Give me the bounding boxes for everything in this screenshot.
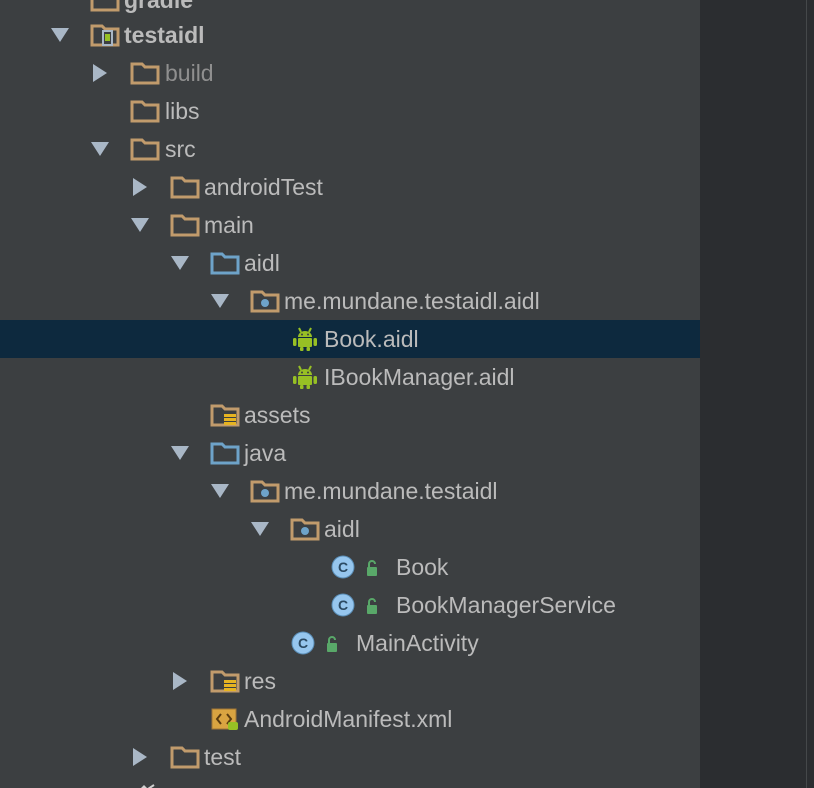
tree-row-aidl-source[interactable]: aidl xyxy=(0,244,700,282)
tree-row-testaidl[interactable]: testaidl xyxy=(0,16,700,54)
tree-row-main[interactable]: main xyxy=(0,206,700,244)
resource-folder-icon xyxy=(210,669,240,693)
package-icon xyxy=(250,289,280,313)
project-tree-panel: gradle testaidl build libs src androidTe… xyxy=(0,0,700,788)
folder-icon xyxy=(130,137,160,161)
svg-text:C: C xyxy=(338,597,348,613)
script-icon xyxy=(130,783,160,788)
tree-row-ibookmanager-aidl[interactable]: IBookManager.aidl xyxy=(0,358,700,396)
tree-item-label: test xyxy=(204,744,242,770)
class-icon: C xyxy=(328,555,388,579)
tree-row-assets[interactable]: assets xyxy=(0,396,700,434)
tree-item-label: assets xyxy=(244,402,311,428)
svg-text:C: C xyxy=(338,559,348,575)
manifest-icon xyxy=(210,707,240,731)
tree-row-class-book[interactable]: C Book xyxy=(0,548,700,586)
package-icon xyxy=(250,479,280,503)
tree-row-build[interactable]: build xyxy=(0,54,700,92)
tree-item-label: androidTest xyxy=(204,174,323,200)
chevron-right-icon[interactable] xyxy=(90,54,110,92)
tree-item-label: aidl xyxy=(244,250,280,276)
folder-icon xyxy=(170,175,200,199)
tree-row-test[interactable]: test xyxy=(0,738,700,776)
chevron-down-icon[interactable] xyxy=(50,16,70,54)
tree-row-src[interactable]: src xyxy=(0,130,700,168)
folder-icon xyxy=(130,61,160,85)
tree-item-label: main xyxy=(204,212,254,238)
tree-item-label: build xyxy=(165,60,214,86)
chevron-down-icon[interactable] xyxy=(210,282,230,320)
chevron-right-icon[interactable] xyxy=(170,662,190,700)
chevron-down-icon[interactable] xyxy=(170,244,190,282)
resource-folder-icon xyxy=(210,403,240,427)
tree-item-label: me.mundane.testaidl xyxy=(284,478,498,504)
package-icon xyxy=(290,517,320,541)
tree-item-label: Book.aidl xyxy=(324,326,419,352)
chevron-down-icon[interactable] xyxy=(90,130,110,168)
svg-text:C: C xyxy=(298,635,308,651)
folder-icon xyxy=(90,0,120,12)
tree-item-label: src xyxy=(165,136,196,162)
tree-row-java[interactable]: java xyxy=(0,434,700,472)
folder-icon xyxy=(170,745,200,769)
chevron-down-icon[interactable] xyxy=(130,206,150,244)
tree-item-label: MainActivity xyxy=(356,630,479,656)
chevron-down-icon[interactable] xyxy=(170,434,190,472)
chevron-down-icon[interactable] xyxy=(250,510,270,548)
tree-row-class-bookmanagerservice[interactable]: C BookManagerService xyxy=(0,586,700,624)
chevron-down-icon[interactable] xyxy=(210,472,230,510)
tree-item-label: java xyxy=(244,440,287,466)
android-icon xyxy=(290,327,320,351)
tree-row-class-mainactivity[interactable]: C MainActivity xyxy=(0,624,700,662)
android-icon xyxy=(290,365,320,389)
tree-row-libs[interactable]: libs xyxy=(0,92,700,130)
chevron-right-icon[interactable] xyxy=(130,738,150,776)
tree-row-androidtest[interactable]: androidTest xyxy=(0,168,700,206)
tree-item-label: me.mundane.testaidl.aidl xyxy=(284,288,540,314)
tree-item-label: Book xyxy=(396,554,449,580)
folder-icon xyxy=(130,99,160,123)
class-icon: C xyxy=(328,593,388,617)
tree-row-book-aidl[interactable]: Book.aidl xyxy=(0,320,700,358)
panel-divider xyxy=(806,0,807,788)
tree-item-label: testaidl xyxy=(124,22,205,48)
tree-item-label: IBookManager.aidl xyxy=(324,364,515,390)
class-icon: C xyxy=(288,631,348,655)
tree-row-res[interactable]: res xyxy=(0,662,700,700)
editor-gutter xyxy=(700,0,814,788)
folder-icon xyxy=(170,213,200,237)
tree-row-package-aidl-sub[interactable]: aidl xyxy=(0,510,700,548)
tree-row-cutoff[interactable] xyxy=(0,776,700,788)
tree-item-label: AndroidManifest.xml xyxy=(244,706,453,732)
tree-row-package-aidl[interactable]: me.mundane.testaidl.aidl xyxy=(0,282,700,320)
tree-row-package-main[interactable]: me.mundane.testaidl xyxy=(0,472,700,510)
source-folder-icon xyxy=(210,251,240,275)
module-icon xyxy=(90,23,120,47)
tree-item-label: aidl xyxy=(324,516,360,542)
source-folder-icon xyxy=(210,441,240,465)
tree-item-label: BookManagerService xyxy=(396,592,616,618)
tree-item-label: libs xyxy=(165,98,200,124)
chevron-right-icon[interactable] xyxy=(130,168,150,206)
tree-item-label: res xyxy=(244,668,276,694)
tree-row-androidmanifest[interactable]: AndroidManifest.xml xyxy=(0,700,700,738)
